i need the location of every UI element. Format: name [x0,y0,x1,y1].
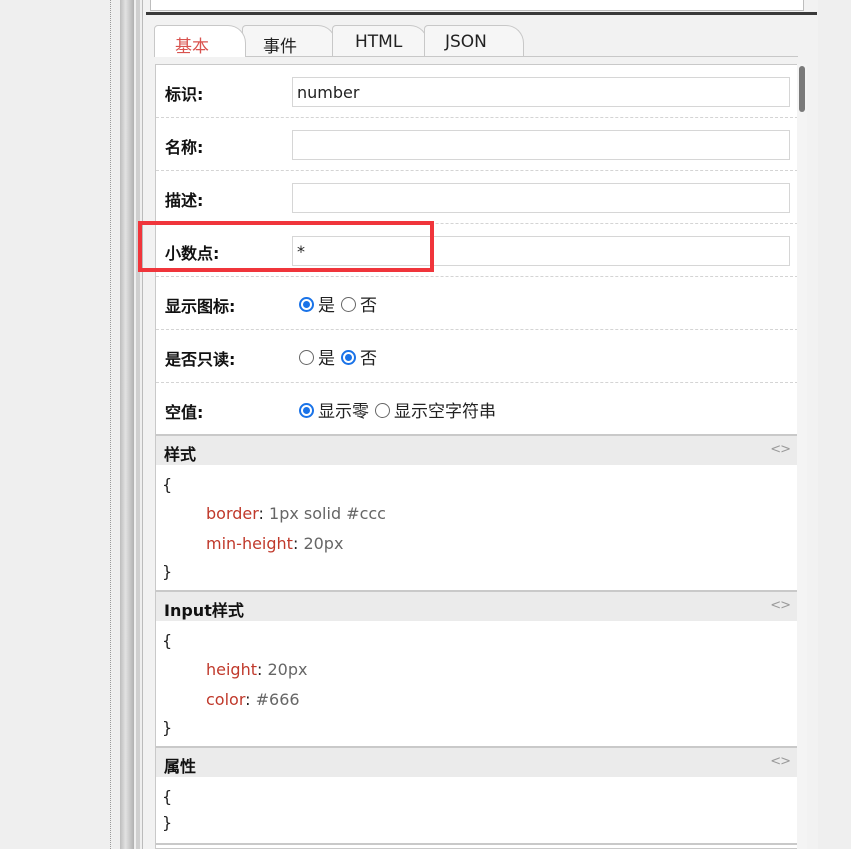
radio-checked-icon[interactable] [299,297,314,312]
tab-html[interactable]: HTML [332,25,428,56]
splitter-edge [136,0,140,849]
basic-properties-panel: 标识: 名称: 描述: 小数点: 显示图标: 是 否 是否只读: 是 否 空值:… [155,64,799,849]
top-divider [146,12,817,15]
splitter-bar[interactable] [120,0,134,849]
name-label: 名称: [165,138,204,157]
decimal-label: 小数点: [165,244,220,263]
code-close-brace: } [162,813,173,832]
code-key: color [206,690,246,709]
code-line: color: #666 [206,690,300,709]
tab-basic[interactable]: 基本 [154,25,246,57]
code-open-brace: { [162,787,173,806]
show-icon-label: 显示图标: [165,297,236,316]
code-key: min-height [206,534,293,553]
attr-section-title: 属性 [164,757,197,776]
id-input[interactable] [292,77,790,107]
show-icon-radio-group: 是 否 [299,291,383,316]
code-line: height: 20px [206,660,308,679]
code-key: height [206,660,257,679]
top-preview-box [150,0,804,11]
expand-code-icon[interactable]: <> [770,442,791,457]
section-divider [156,843,798,845]
name-input[interactable] [292,130,790,160]
tab-json[interactable]: JSON [424,25,524,56]
radio-unchecked-icon[interactable] [299,350,314,365]
desc-input[interactable] [292,183,790,213]
scrollbar-track[interactable] [797,64,807,849]
style-code-editor[interactable]: { border: 1px solid #ccc min-height: 20p… [156,465,798,589]
readonly-no[interactable]: 否 [341,344,377,369]
show-icon-yes[interactable]: 是 [299,291,335,316]
field-row-empty: 空值: 显示零 显示空字符串 [156,383,798,436]
scrollbar-thumb[interactable] [799,66,805,112]
tab-events[interactable]: 事件 [242,25,336,57]
field-row-id: 标识: [156,65,798,118]
desc-label: 描述: [165,191,204,210]
empty-show-zero[interactable]: 显示零 [299,397,369,422]
field-row-show-icon: 显示图标: 是 否 [156,277,798,330]
empty-show-empty-string-label: 显示空字符串 [394,402,496,422]
readonly-label: 是否只读: [165,350,236,369]
field-row-readonly: 是否只读: 是 否 [156,330,798,383]
radio-unchecked-icon[interactable] [375,403,390,418]
empty-label: 空值: [165,403,204,422]
readonly-radio-group: 是 否 [299,344,383,369]
radio-unchecked-icon[interactable] [341,297,356,312]
radio-checked-icon[interactable] [299,403,314,418]
id-label: 标识: [165,85,204,104]
expand-code-icon[interactable]: <> [770,598,791,613]
attr-section-header: 属性 <> [156,746,798,777]
code-value: 20px [303,534,344,553]
code-line: border: 1px solid #ccc [206,504,386,523]
tab-baseline [154,56,798,57]
code-close-brace: } [162,562,173,581]
show-icon-yes-label: 是 [318,296,335,316]
style-section-header: 样式 <> [156,434,798,465]
readonly-yes[interactable]: 是 [299,344,335,369]
readonly-yes-label: 是 [318,349,335,369]
empty-show-zero-label: 显示零 [318,402,369,422]
field-row-name: 名称: [156,118,798,171]
code-value: 20px [267,660,308,679]
code-line: min-height: 20px [206,534,344,553]
code-close-brace: } [162,718,173,737]
show-icon-no[interactable]: 否 [341,291,377,316]
style-section-title: 样式 [164,445,197,464]
expand-code-icon[interactable]: <> [770,754,791,769]
show-icon-no-label: 否 [360,296,377,316]
decimal-input[interactable] [292,236,790,266]
code-key: border [206,504,259,523]
code-value: #666 [255,690,300,709]
input-style-code-editor[interactable]: { height: 20px color: #666 } [156,621,798,745]
empty-radio-group: 显示零 显示空字符串 [299,397,502,422]
code-open-brace: { [162,475,173,494]
attr-code-editor[interactable]: { } [156,777,798,843]
code-value: 1px solid #ccc [269,504,386,523]
radio-checked-icon[interactable] [341,350,356,365]
code-open-brace: { [162,631,173,650]
field-row-desc: 描述: [156,171,798,224]
field-row-decimal: 小数点: [156,224,798,277]
empty-show-empty-string[interactable]: 显示空字符串 [375,397,496,422]
input-style-section-title: Input样式 [164,601,244,620]
readonly-no-label: 否 [360,349,377,369]
left-dotted-guide [110,0,111,849]
input-style-section-header: Input样式 <> [156,590,798,621]
